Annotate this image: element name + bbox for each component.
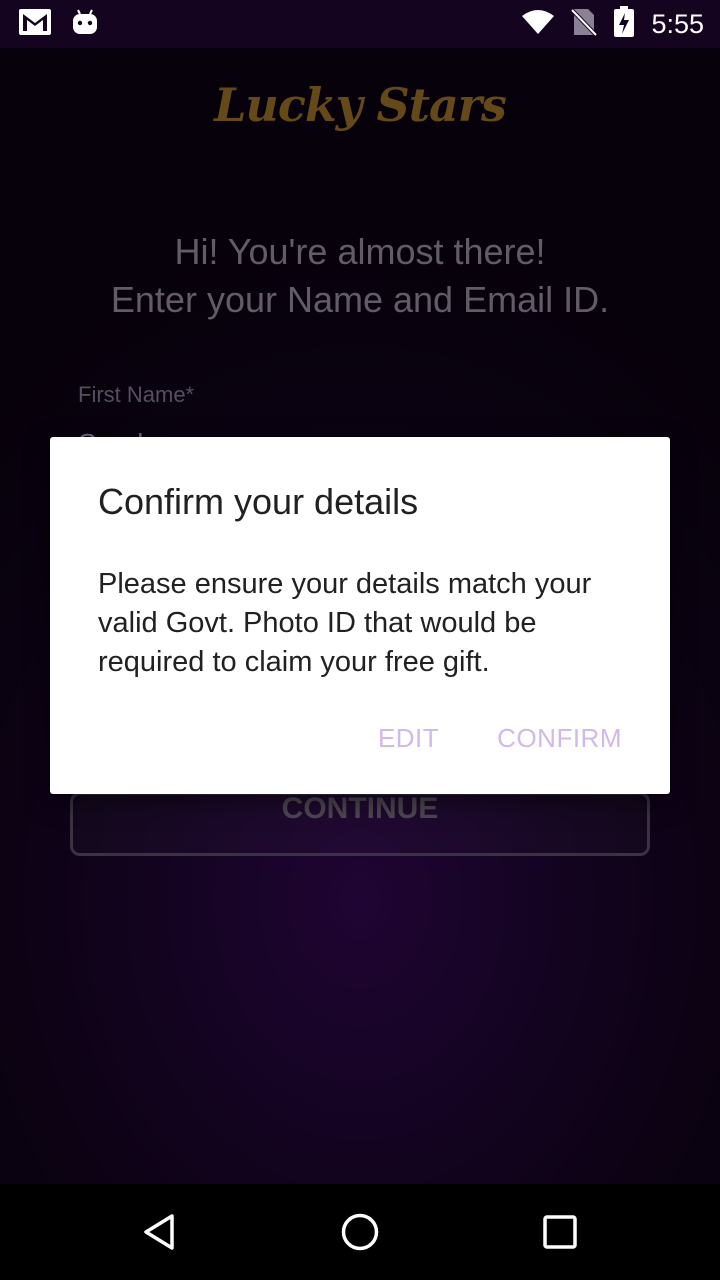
status-bar: 5:55 — [0, 0, 720, 48]
home-icon[interactable] — [340, 1212, 380, 1252]
navigation-bar — [0, 1184, 720, 1280]
app-screen: 5:55 Lucky Stars Hi! You're almost there… — [0, 0, 720, 1280]
confirm-button[interactable]: CONFIRM — [497, 723, 622, 754]
recents-icon[interactable] — [540, 1212, 580, 1252]
edit-button[interactable]: EDIT — [378, 723, 439, 754]
gmail-icon — [18, 8, 52, 40]
dialog-message: Please ensure your details match your va… — [98, 568, 592, 678]
confirm-details-dialog: Confirm your details Please ensure your … — [50, 437, 670, 794]
android-icon — [72, 8, 98, 40]
dialog-title: Confirm your details — [98, 481, 419, 522]
no-sim-icon — [570, 7, 598, 41]
battery-charging-icon — [613, 6, 635, 42]
wifi-icon — [521, 8, 555, 40]
clock-time: 5:55 — [651, 9, 704, 39]
dialog-actions: EDIT CONFIRM — [378, 723, 622, 754]
back-icon[interactable] — [140, 1212, 180, 1252]
